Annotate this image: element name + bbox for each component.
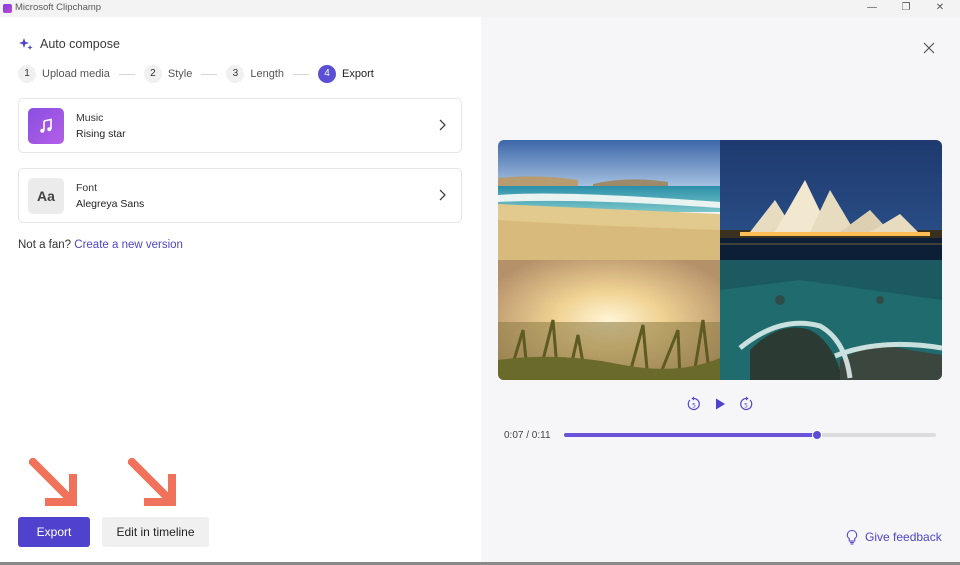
edit-in-timeline-button[interactable]: Edit in timeline (102, 517, 209, 547)
preview-tile-beach (498, 140, 720, 260)
preview-tile-opera-house (720, 140, 942, 260)
step-number: 2 (143, 65, 162, 83)
window-title: Microsoft Clipchamp (15, 2, 102, 13)
step-label: Upload media (42, 68, 110, 80)
auto-compose-panel: Auto compose 1 Upload media 2 Style 3 Le… (0, 17, 481, 562)
svg-text:5: 5 (692, 403, 696, 410)
title-bar: Microsoft Clipchamp — ❐ ✕ (0, 0, 960, 17)
minimize-button[interactable]: — (857, 1, 887, 15)
compose-title: Auto compose (40, 37, 120, 51)
time-readout: 0:07 / 0:11 (504, 430, 551, 441)
close-icon[interactable] (922, 41, 936, 55)
clipchamp-logo-icon (3, 4, 12, 13)
scrubber-progress (564, 433, 817, 437)
playback-controls: 5 5 (686, 396, 754, 412)
forward-5-seconds-icon[interactable]: 5 (738, 396, 754, 412)
step-number: 4 (318, 65, 336, 83)
scrubber-handle[interactable] (811, 430, 822, 440)
pointer-arrow-icon (128, 458, 176, 506)
music-card-value: Rising star (76, 128, 126, 140)
export-button[interactable]: Export (18, 517, 90, 547)
music-card[interactable]: Music Rising star (18, 98, 462, 153)
music-note-icon (40, 118, 52, 133)
step-divider (118, 73, 135, 75)
sparkle-icon (19, 38, 33, 50)
music-thumbnail (28, 108, 64, 144)
not-a-fan-text: Not a fan? (18, 239, 72, 251)
maximize-button[interactable]: ❐ (891, 1, 921, 15)
font-card-label: Font (76, 182, 98, 194)
preview-tile-aerial-coast (720, 260, 942, 380)
give-feedback-label: Give feedback (865, 530, 942, 544)
window-close-button[interactable]: ✕ (925, 1, 955, 15)
not-a-fan-row: Not a fan? Create a new version (18, 239, 183, 251)
step-label: Export (342, 68, 374, 80)
step-number: 3 (226, 65, 245, 83)
step-label: Length (250, 68, 284, 80)
preview-tile-sunset-grass (498, 260, 720, 380)
play-icon[interactable] (712, 396, 728, 412)
lightbulb-icon (846, 529, 858, 545)
music-card-label: Music (76, 112, 104, 124)
chevron-right-icon (439, 119, 446, 131)
compose-header: Auto compose (18, 36, 120, 52)
font-thumbnail: Aa (28, 178, 64, 214)
font-card[interactable]: Aa Font Alegreya Sans (18, 168, 462, 223)
rewind-5-seconds-icon[interactable]: 5 (686, 396, 702, 412)
step-divider (293, 73, 309, 75)
svg-text:5: 5 (744, 403, 748, 410)
step-indicator: 1 Upload media 2 Style 3 Length 4 Export (18, 65, 374, 83)
step-length[interactable]: 3 Length (226, 65, 284, 83)
step-label: Style (167, 68, 193, 80)
playback-scrubber[interactable] (564, 430, 936, 440)
font-card-value: Alegreya Sans (76, 198, 145, 210)
pointer-arrow-icon (29, 458, 77, 506)
step-number: 1 (18, 65, 36, 83)
give-feedback-link[interactable]: Give feedback (845, 529, 942, 545)
step-upload-media[interactable]: 1 Upload media (18, 65, 110, 83)
create-new-version-link[interactable]: Create a new version (74, 239, 183, 251)
step-divider (201, 73, 218, 75)
chevron-right-icon (439, 189, 446, 201)
preview-panel: 5 5 0:07 / 0:11 Give feedback (481, 17, 960, 562)
step-style[interactable]: 2 Style (143, 65, 193, 83)
video-preview[interactable] (498, 140, 942, 380)
step-export[interactable]: 4 Export (318, 65, 374, 83)
